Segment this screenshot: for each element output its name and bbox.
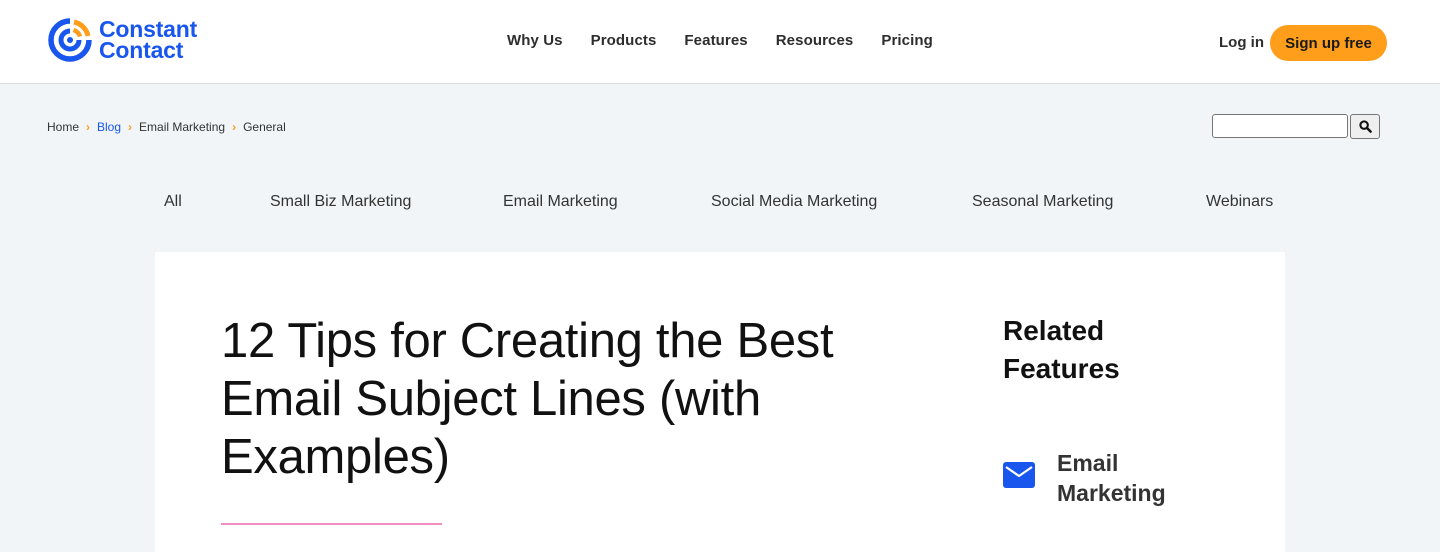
related-feature-email-marketing[interactable]: Email Marketing: [1003, 448, 1197, 508]
category-nav: All Small Biz Marketing Email Marketing …: [0, 191, 1440, 213]
main-nav: Why Us Products Features Resources Prici…: [507, 30, 961, 52]
category-all[interactable]: All: [164, 191, 182, 213]
category-small-biz-marketing[interactable]: Small Biz Marketing: [270, 191, 411, 213]
breadcrumb-email-marketing[interactable]: Email Marketing: [139, 119, 225, 135]
nav-why-us[interactable]: Why Us: [507, 30, 563, 52]
category-social-media-marketing[interactable]: Social Media Marketing: [711, 191, 877, 213]
chevron-right-icon: ›: [232, 120, 237, 134]
chevron-right-icon: ›: [86, 120, 91, 134]
site-header: Constant Contact Why Us Products Feature…: [0, 0, 1440, 84]
category-email-marketing[interactable]: Email Marketing: [503, 191, 618, 213]
related-feature-label: Email Marketing: [1057, 450, 1166, 506]
logo-wordmark: Constant Contact: [99, 18, 197, 63]
related-features-heading: Related Features: [1003, 315, 1120, 384]
search-button[interactable]: [1350, 114, 1380, 139]
category-webinars[interactable]: Webinars: [1206, 191, 1273, 213]
nav-products[interactable]: Products: [591, 30, 657, 52]
envelope-icon: [1003, 462, 1035, 488]
breadcrumb-blog[interactable]: Blog: [97, 119, 121, 135]
logo-link[interactable]: Constant Contact: [47, 17, 197, 63]
category-seasonal-marketing[interactable]: Seasonal Marketing: [972, 191, 1113, 213]
breadcrumb: Home › Blog › Email Marketing › General: [47, 119, 286, 135]
search-input[interactable]: [1212, 114, 1348, 138]
nav-resources[interactable]: Resources: [776, 30, 854, 52]
logo-line-2: Contact: [99, 37, 184, 63]
chevron-right-icon: ›: [128, 120, 133, 134]
login-link[interactable]: Log in: [1219, 32, 1264, 54]
nav-features[interactable]: Features: [684, 30, 747, 52]
signup-button[interactable]: Sign up free: [1270, 25, 1387, 61]
nav-pricing[interactable]: Pricing: [881, 30, 933, 52]
article-title: 12 Tips for Creating the Best Email Subj…: [221, 314, 834, 484]
search-icon: [1358, 120, 1372, 133]
constant-contact-logo-icon: [48, 18, 92, 62]
breadcrumb-home[interactable]: Home: [47, 119, 79, 135]
breadcrumb-general: General: [243, 120, 286, 134]
article-card: 12 Tips for Creating the Best Email Subj…: [155, 252, 1285, 552]
